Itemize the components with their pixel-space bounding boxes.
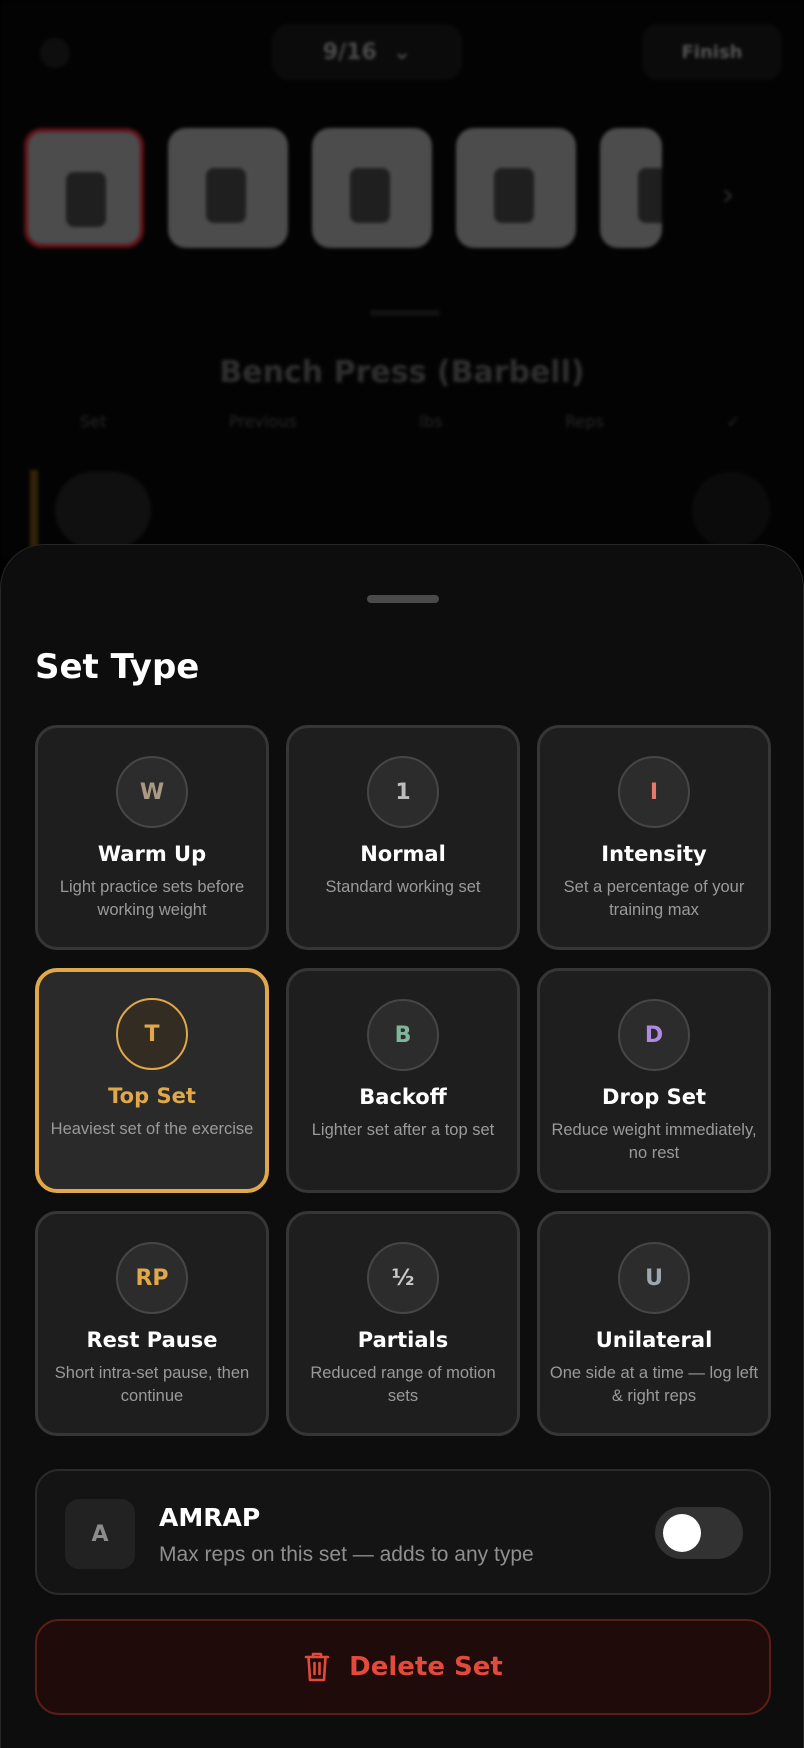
exercise-thumbnail [600,128,662,248]
sheet-title: Set Type [35,647,200,687]
set-type-badge: B [367,999,439,1071]
set-badge [55,472,151,548]
set-type-stripe [30,470,38,550]
set-type-label: Partials [357,1328,449,1352]
header-weight: lbs [419,412,443,431]
background-screen: 9/16 ⌄ Finish › Bench Press (Barbell) Se… [0,0,804,560]
set-type-description: Light practice sets before working weigh… [59,878,245,919]
set-type-label: Rest Pause [86,1328,218,1352]
set-type-label: Backoff [359,1085,447,1109]
chevron-down-icon: ⌄ [392,39,412,65]
exercise-thumbnail [312,128,432,248]
menu-icon [40,38,70,68]
set-row [30,470,770,550]
check-button [692,472,770,548]
toggle-knob [663,1514,701,1552]
set-type-card-intensity[interactable]: I Intensity Set a percentage of your tra… [537,725,771,950]
set-type-badge: ½ [367,1242,439,1314]
header-previous: Previous [229,412,297,431]
set-type-card-rest-pause[interactable]: RP Rest Pause Short intra-set pause, the… [35,1211,269,1436]
set-type-badge: D [618,999,690,1071]
set-type-label: Normal [360,842,446,866]
amrap-badge: A [65,1499,135,1569]
page-indicator [370,310,440,316]
amrap-toggle[interactable] [655,1507,743,1559]
header-set: Set [80,412,107,431]
exercise-thumbnails [24,128,662,248]
top-bar: 9/16 ⌄ Finish [0,20,804,84]
header-check: ✓ [726,412,740,431]
finish-button: Finish [642,24,782,80]
delete-set-label: Delete Set [349,1652,503,1682]
date-selector: 9/16 ⌄ [272,24,462,80]
set-type-card-top-set[interactable]: T Top Set Heaviest set of the exercise [35,968,269,1193]
set-type-card-normal[interactable]: 1 Normal Standard working set [286,725,520,950]
set-type-badge: 1 [367,756,439,828]
set-type-description: One side at a time — log left & right re… [549,1364,759,1405]
set-table-headers: Set Previous lbs Reps ✓ [80,412,740,431]
set-type-description: Standard working set [325,878,481,896]
set-type-label: Drop Set [602,1085,706,1109]
set-type-badge: RP [116,1242,188,1314]
chevron-right-icon: › [722,178,734,213]
set-type-sheet: Set Type W Warm Up Light practice sets b… [0,544,804,1748]
set-type-description: Short intra-set pause, then continue [54,1364,250,1405]
set-type-badge: I [618,756,690,828]
set-type-description: Set a percentage of your training max [563,878,745,919]
set-type-label: Warm Up [97,842,207,866]
delete-set-button[interactable]: Delete Set [35,1619,771,1715]
set-type-description: Heaviest set of the exercise [50,1120,254,1138]
set-type-label: Intensity [601,842,707,866]
set-type-description: Lighter set after a top set [311,1121,495,1139]
set-type-description: Reduced range of motion sets [310,1364,496,1405]
trash-icon [304,1652,330,1682]
set-type-badge: W [116,756,188,828]
amrap-description: Max reps on this set — adds to any type [159,1543,534,1566]
exercise-title: Bench Press (Barbell) [219,355,585,390]
date-label: 9/16 [322,39,377,65]
exercise-thumbnail [168,128,288,248]
set-type-description: Reduce weight immediately, no rest [551,1121,757,1162]
set-type-card-backoff[interactable]: B Backoff Lighter set after a top set [286,968,520,1193]
set-type-badge: T [116,998,188,1070]
exercise-thumbnail [456,128,576,248]
exercise-thumbnail [24,128,144,248]
set-type-label: Unilateral [595,1328,713,1352]
set-type-grid: W Warm Up Light practice sets before wor… [35,725,771,1436]
set-type-label: Top Set [108,1084,196,1108]
header-reps: Reps [565,412,604,431]
set-type-card-warm-up[interactable]: W Warm Up Light practice sets before wor… [35,725,269,950]
set-type-badge: U [618,1242,690,1314]
set-type-card-unilateral[interactable]: U Unilateral One side at a time — log le… [537,1211,771,1436]
amrap-title: AMRAP [159,1503,261,1532]
amrap-option: A AMRAP Max reps on this set — adds to a… [35,1469,771,1595]
sheet-grabber[interactable] [367,595,439,603]
set-type-card-drop-set[interactable]: D Drop Set Reduce weight immediately, no… [537,968,771,1193]
set-type-card-partials[interactable]: ½ Partials Reduced range of motion sets [286,1211,520,1436]
